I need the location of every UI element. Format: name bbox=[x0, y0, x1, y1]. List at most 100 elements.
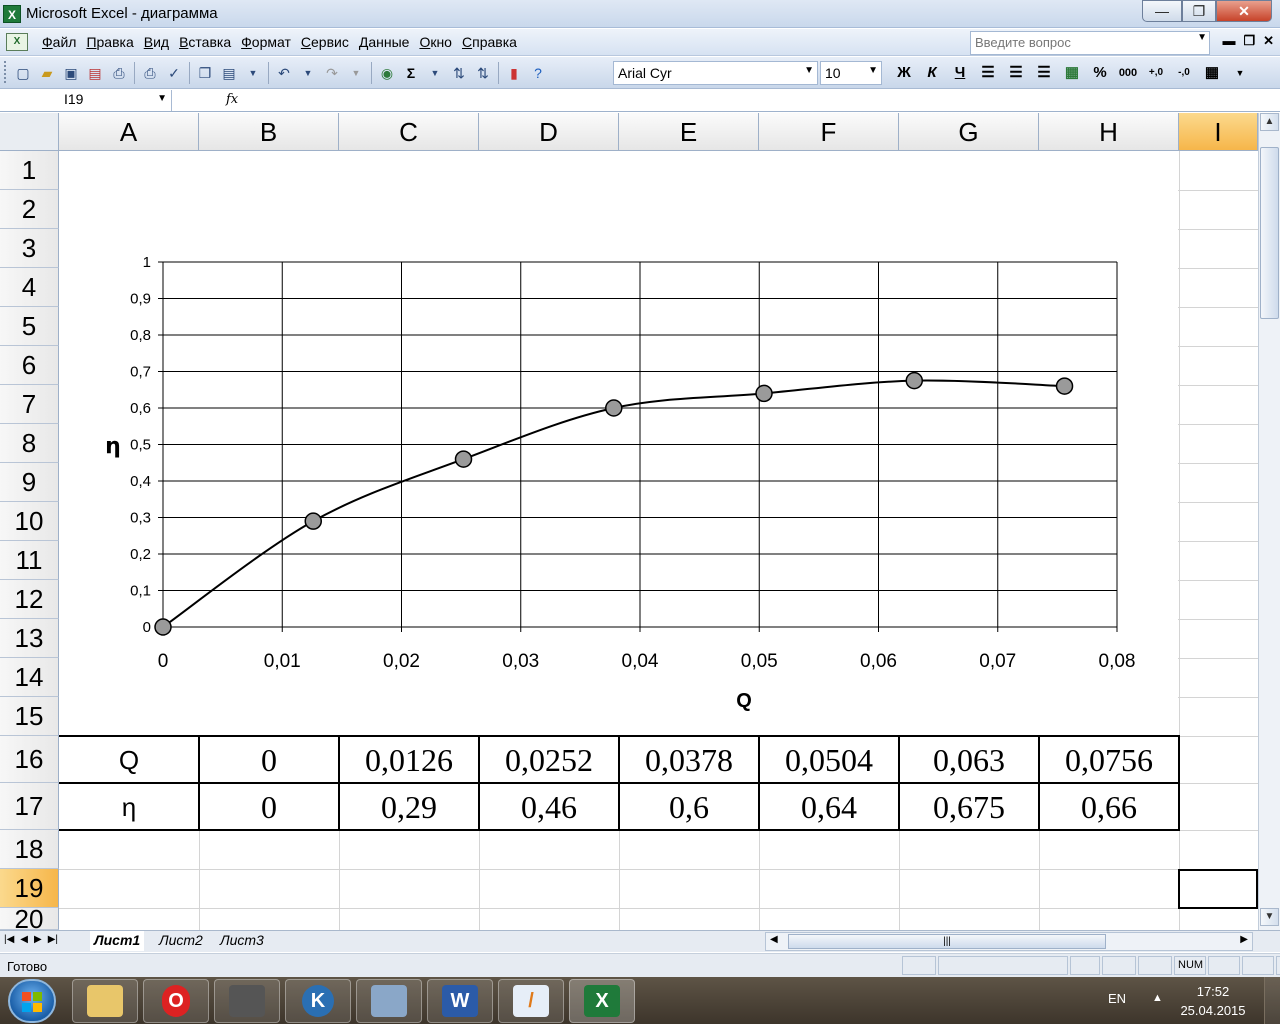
name-box[interactable]: I19 ▼ bbox=[0, 90, 172, 111]
clock[interactable]: 17:52 25.04.2015 bbox=[1180, 982, 1246, 1020]
show-desktop-button[interactable] bbox=[1264, 977, 1280, 1024]
tab-sheet2[interactable]: Лист2 bbox=[155, 931, 207, 951]
menu-item-5[interactable]: Сервис bbox=[299, 33, 357, 50]
chevron-down-icon[interactable]: ▼ bbox=[157, 93, 167, 104]
table-cell[interactable]: 0,6 bbox=[619, 784, 759, 830]
tab-sheet1[interactable]: Лист1 bbox=[90, 931, 145, 951]
merge-center-icon[interactable]: ▦ bbox=[1060, 62, 1084, 84]
row-header-13[interactable]: 13 bbox=[0, 619, 59, 658]
taskbar-word[interactable]: W bbox=[427, 979, 493, 1023]
decrease-decimal-icon[interactable]: -,0 bbox=[1172, 62, 1196, 84]
next-sheet-icon[interactable]: ▶ bbox=[34, 934, 42, 945]
menu-item-0[interactable]: Файл bbox=[40, 33, 84, 50]
row-header-20[interactable]: 20 bbox=[0, 906, 59, 932]
align-center-icon[interactable]: ☰ bbox=[1004, 62, 1028, 84]
print-icon[interactable]: ⎙ bbox=[108, 62, 130, 84]
table-cell[interactable]: 0,063 bbox=[899, 737, 1039, 783]
table-cell[interactable]: Q bbox=[59, 737, 199, 783]
chevron-down-icon[interactable]: ▼ bbox=[1197, 32, 1207, 43]
row-header-18[interactable]: 18 bbox=[0, 830, 59, 869]
chevron-down-icon[interactable]: ▼ bbox=[242, 62, 264, 84]
row-header-4[interactable]: 4 bbox=[0, 268, 59, 307]
scroll-right-arrow[interactable]: ▶ bbox=[1240, 934, 1248, 945]
table-cell[interactable]: 0,675 bbox=[899, 784, 1039, 830]
column-header-F[interactable]: F bbox=[759, 113, 899, 151]
taskbar-mathcad[interactable]: / bbox=[498, 979, 564, 1023]
row-header-15[interactable]: 15 bbox=[0, 697, 59, 736]
start-button[interactable] bbox=[8, 979, 56, 1023]
row-header-10[interactable]: 10 bbox=[0, 502, 59, 541]
sort-ascending-icon[interactable]: ⇅ bbox=[448, 62, 470, 84]
borders-icon[interactable]: ▦ bbox=[1200, 62, 1224, 84]
table-cell[interactable]: 0,46 bbox=[479, 784, 619, 830]
chevron-down-icon[interactable]: ▼ bbox=[297, 62, 319, 84]
row-header-11[interactable]: 11 bbox=[0, 541, 59, 580]
scroll-left-arrow[interactable]: ◀ bbox=[770, 934, 778, 945]
help-icon[interactable]: ? bbox=[527, 62, 549, 84]
workbook-close-icon[interactable]: ✕ bbox=[1263, 33, 1274, 49]
chevron-down-icon[interactable]: ▼ bbox=[345, 62, 367, 84]
table-cell[interactable]: 0,66 bbox=[1039, 784, 1179, 830]
percent-icon[interactable]: % bbox=[1088, 62, 1112, 84]
column-header-B[interactable]: B bbox=[199, 113, 339, 151]
taskbar-calculator[interactable] bbox=[356, 979, 422, 1023]
first-sheet-icon[interactable]: |◀ bbox=[4, 934, 14, 945]
workbook-icon[interactable]: X bbox=[6, 33, 28, 51]
taskbar-opera[interactable]: O bbox=[143, 979, 209, 1023]
horizontal-scroll-thumb[interactable]: ||| bbox=[788, 934, 1106, 949]
active-cell-I19[interactable] bbox=[1178, 869, 1258, 909]
menu-item-2[interactable]: Вид bbox=[142, 33, 177, 50]
paste-icon[interactable]: ▤ bbox=[218, 62, 240, 84]
vertical-scrollbar[interactable]: ▲ ▼ bbox=[1258, 113, 1280, 930]
row-header-17[interactable]: 17 bbox=[0, 783, 59, 830]
table-cell[interactable]: 0,64 bbox=[759, 784, 899, 830]
row-header-9[interactable]: 9 bbox=[0, 463, 59, 502]
toolbar-grip[interactable] bbox=[4, 61, 8, 83]
chevron-down-icon[interactable]: ▼ bbox=[1228, 62, 1252, 84]
underline-button[interactable]: Ч bbox=[948, 62, 972, 84]
chart-area[interactable]: 0 0,1 0,2 0,3 0,4 0,5 0,6 0,7 0,8 0,9 1 0 0,01 0,02 0,… bbox=[59, 151, 1178, 735]
sort-descending-icon[interactable]: ⇅ bbox=[472, 62, 494, 84]
row-header-6[interactable]: 6 bbox=[0, 346, 59, 385]
menu-item-3[interactable]: Вставка bbox=[177, 33, 239, 50]
column-header-H[interactable]: H bbox=[1039, 113, 1179, 151]
table-cell[interactable]: 0,0378 bbox=[619, 737, 759, 783]
undo-icon[interactable]: ↶ bbox=[273, 62, 295, 84]
align-left-icon[interactable]: ☰ bbox=[976, 62, 1000, 84]
excel-app-icon[interactable]: X bbox=[3, 5, 21, 23]
table-cell[interactable]: η bbox=[59, 784, 199, 830]
chart-wizard-icon[interactable]: ▮ bbox=[503, 62, 525, 84]
autosum-icon[interactable]: Σ bbox=[400, 62, 422, 84]
workbook-restore-icon[interactable]: ❐ bbox=[1243, 33, 1255, 49]
table-cell[interactable]: 0 bbox=[199, 784, 339, 830]
new-icon[interactable]: ▢ bbox=[12, 62, 34, 84]
vertical-scroll-thumb[interactable] bbox=[1260, 147, 1279, 319]
thousands-icon[interactable]: 000 bbox=[1116, 62, 1140, 84]
table-cell[interactable]: 0,0504 bbox=[759, 737, 899, 783]
font-size-select[interactable]: 10 ▼ bbox=[820, 61, 882, 85]
ask-question-box[interactable]: Введите вопрос ▼ bbox=[970, 31, 1210, 55]
copy-icon[interactable]: ❐ bbox=[194, 62, 216, 84]
italic-button[interactable]: К bbox=[920, 62, 944, 84]
scroll-down-arrow[interactable]: ▼ bbox=[1260, 908, 1279, 926]
hyperlink-icon[interactable]: ◉ bbox=[376, 62, 398, 84]
last-sheet-icon[interactable]: ▶| bbox=[48, 934, 58, 945]
chevron-down-icon[interactable]: ▼ bbox=[424, 62, 446, 84]
align-right-icon[interactable]: ☰ bbox=[1032, 62, 1056, 84]
taskbar-excel[interactable]: X bbox=[569, 979, 635, 1023]
column-header-C[interactable]: C bbox=[339, 113, 479, 151]
row-header-1[interactable]: 1 bbox=[0, 151, 59, 190]
chevron-down-icon[interactable]: ▼ bbox=[804, 65, 814, 76]
chevron-down-icon[interactable]: ▼ bbox=[868, 65, 878, 76]
select-all-corner[interactable] bbox=[0, 113, 59, 151]
print-preview-icon[interactable]: ⎙ bbox=[139, 62, 161, 84]
tray-expand-icon[interactable]: ▲ bbox=[1152, 992, 1163, 1004]
row-header-7[interactable]: 7 bbox=[0, 385, 59, 424]
prev-sheet-icon[interactable]: ◀ bbox=[20, 934, 28, 945]
tab-sheet3[interactable]: Лист3 bbox=[216, 931, 268, 951]
save-icon[interactable]: ▣ bbox=[60, 62, 82, 84]
column-header-E[interactable]: E bbox=[619, 113, 759, 151]
column-header-A[interactable]: A bbox=[59, 113, 199, 151]
horizontal-scrollbar[interactable]: ◀ ||| ▶ bbox=[765, 932, 1253, 951]
taskbar-explorer[interactable] bbox=[72, 979, 138, 1023]
